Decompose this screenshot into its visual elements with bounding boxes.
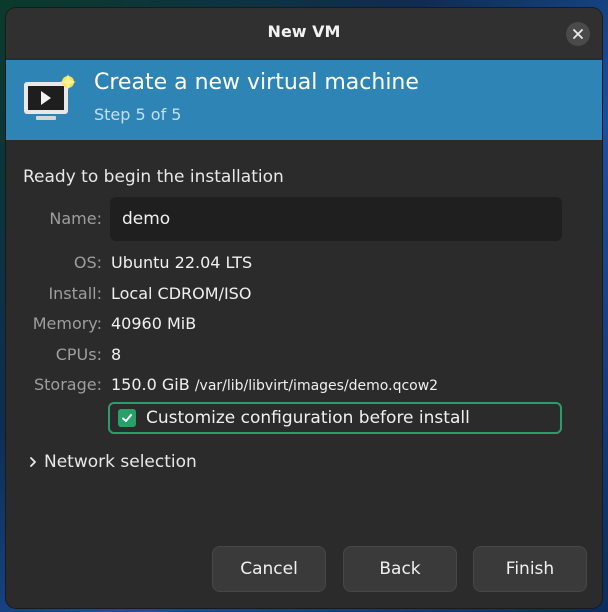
checkmark-icon xyxy=(122,414,132,422)
memory-label: Memory: xyxy=(32,314,102,333)
storage-label: Storage: xyxy=(34,375,102,394)
finish-button[interactable]: Finish xyxy=(473,546,587,592)
ready-heading: Ready to begin the installation xyxy=(23,167,284,187)
cancel-button[interactable]: Cancel xyxy=(212,546,326,592)
cpus-value: 8 xyxy=(111,345,122,364)
window-title: New VM xyxy=(267,22,341,41)
memory-value: 40960 MiB xyxy=(111,314,197,333)
wizard-banner: Create a new virtual machine Step 5 of 5 xyxy=(6,60,602,140)
back-button[interactable]: Back xyxy=(343,546,457,592)
storage-size: 150.0 GiB xyxy=(111,375,190,394)
storage-path: /var/lib/libvirt/images/demo.qcow2 xyxy=(194,378,439,394)
name-field[interactable] xyxy=(110,197,562,241)
network-selection-label: Network selection xyxy=(44,452,197,472)
os-value: Ubuntu 22.04 LTS xyxy=(111,253,253,272)
checkbox-box xyxy=(118,409,136,427)
close-icon xyxy=(573,29,583,39)
cpus-label: CPUs: xyxy=(55,345,102,364)
network-selection-expander[interactable]: Network selection xyxy=(28,452,197,472)
title-bar: New VM xyxy=(6,8,602,58)
wizard-heading: Create a new virtual machine xyxy=(94,70,419,95)
close-button[interactable] xyxy=(566,22,590,46)
chevron-right-icon xyxy=(28,456,38,468)
install-label: Install: xyxy=(48,284,102,303)
summary-content: Ready to begin the installation Name: OS… xyxy=(6,140,602,608)
new-vm-dialog: New VM Create a new virtual machine Step… xyxy=(6,8,602,608)
install-value: Local CDROM/ISO xyxy=(111,284,252,303)
storage-value: 150.0 GiB /var/lib/libvirt/images/demo.q… xyxy=(111,375,438,394)
customize-label: Customize configuration before install xyxy=(146,408,470,428)
customize-checkbox[interactable]: Customize configuration before install xyxy=(108,402,562,434)
wizard-step: Step 5 of 5 xyxy=(94,105,182,124)
name-label: Name: xyxy=(49,209,102,228)
vm-monitor-icon xyxy=(24,74,76,120)
os-label: OS: xyxy=(73,253,102,272)
